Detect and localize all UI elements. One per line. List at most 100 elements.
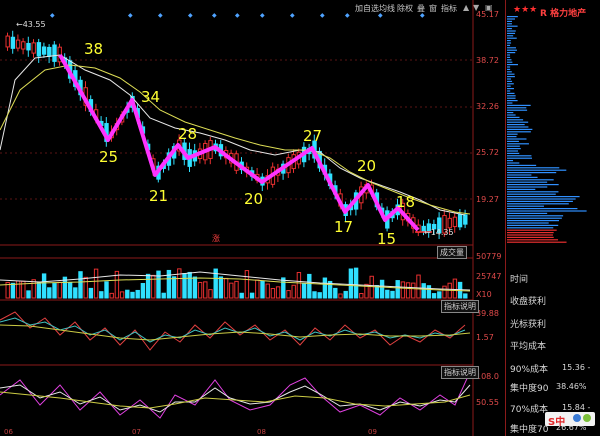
chip-bar [507,172,557,174]
chip-bar [507,54,511,56]
wave-label: 28 [178,125,198,143]
chip-bar [507,56,511,58]
volume-bar [442,285,447,299]
chip-bar [507,169,567,171]
chip-bar [507,100,518,102]
chip-bar [507,227,554,229]
chip-bar [507,234,553,236]
chip-bar [507,136,517,138]
volume-bar [426,285,432,299]
chip-bar [507,160,514,162]
volume-bar [182,273,187,299]
candle-body [457,214,463,228]
volume-bar [301,283,307,299]
chip-bar [507,78,511,80]
volume-bar [359,292,364,299]
chip-bar [507,32,516,34]
volume-bar [281,277,286,299]
chip-bar [507,191,559,193]
month-label: 08 [257,428,266,436]
logo-dot-icon [573,414,581,422]
chip-bar [507,224,559,226]
volume-bar [234,280,239,299]
chip-bar [507,174,532,176]
volume-bar [385,289,390,299]
indicator-note-button[interactable]: 指标说明 [441,300,479,313]
volume-bar [140,283,146,299]
chip-bar [507,92,515,94]
wave-label: 34 [141,88,161,106]
chip-bar [507,193,556,195]
volume-bar [317,292,322,299]
chip-bar [507,215,564,217]
volume-bar [244,270,250,299]
candle-body [447,217,452,229]
chip-bar [507,61,513,63]
event-marker[interactable]: 涨 [212,233,220,244]
chip-bar [507,30,516,32]
chip-bar [507,121,529,123]
chip-bar [507,232,554,234]
volume-bar [203,281,208,299]
concentration-90-label: 集中度90 [510,384,549,394]
wave-label: 21 [149,187,169,205]
indicator2-axis-label: 50.55 [476,398,499,407]
volume-bar [343,290,348,299]
chip-bar [507,150,518,152]
chip-bar [507,16,518,18]
chip-bar [507,167,560,169]
app-logo: S中 [545,412,595,428]
kline-chart-svg [0,0,474,436]
volume-bar [73,287,78,299]
volume-bar [463,293,468,299]
volume-bar [400,281,406,299]
volume-bar [390,290,395,299]
chip-bar [507,203,569,205]
volume-indicator-button[interactable]: 成交量 [437,246,467,259]
chip-bar [507,71,512,73]
candle-body [36,42,42,57]
wave-label: 18 [396,193,416,211]
volume-bar [411,282,416,299]
chip-bar [507,179,554,181]
indicator2-axis-label: 108.0 [476,372,499,381]
volume-bar [78,271,83,299]
chip-bar [507,241,567,243]
volume-bar [93,268,99,299]
chip-bar [507,229,557,231]
volume-bar [171,276,177,299]
volume-bar [52,283,57,299]
chip-bar [507,222,549,224]
chip-bar [507,162,520,164]
chip-bar [507,176,538,178]
volume-bar [255,279,260,299]
chip-bar [507,90,511,92]
volume-axis-label: 25747 [476,272,502,281]
candle-body [47,46,52,57]
high-price-label: ←43.55 [16,20,46,29]
indicator-note-button-2[interactable]: 指标说明 [441,366,479,379]
chip-bar [507,76,515,78]
volume-bar [130,291,135,299]
volume-bar [452,278,458,299]
chip-bar [507,124,525,126]
wave-label: 15 [377,230,397,248]
candle-body [452,216,458,228]
chip-bar [507,157,532,159]
indicator1-axis-label: 1.57 [476,333,494,342]
volume-bar [291,284,296,299]
volume-bar [395,280,400,299]
chip-bar [507,181,548,183]
wave-label: 20 [244,190,264,208]
chip-bar [507,66,511,68]
chip-bar [507,128,533,130]
candle-body [26,42,31,51]
volume-bar [296,272,302,299]
volume-bar [348,268,354,299]
volume-bar [125,289,130,299]
chip-bar [507,186,548,188]
time-label: 时间 [510,275,529,285]
volume-bar [333,287,338,299]
volume-bar [286,290,291,299]
volume-bar [270,288,276,299]
